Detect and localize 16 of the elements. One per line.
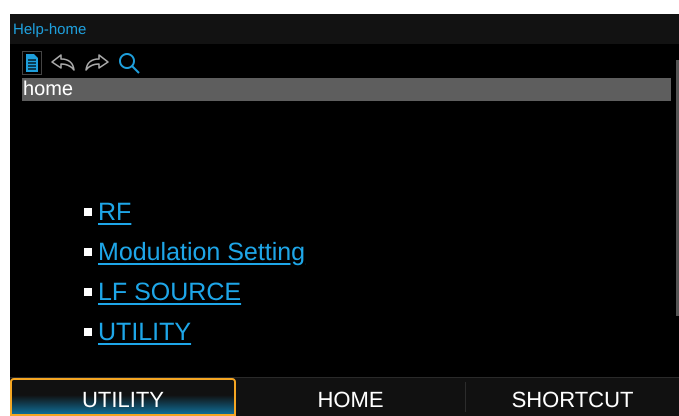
bullet-icon — [84, 328, 92, 336]
document-icon[interactable] — [22, 51, 42, 75]
help-link[interactable]: Modulation Setting — [98, 238, 306, 266]
help-link[interactable]: LF SOURCE — [98, 278, 242, 306]
help-link[interactable]: UTILITY — [98, 318, 192, 346]
forward-arrow-icon[interactable] — [84, 53, 110, 73]
back-arrow-icon[interactable] — [50, 53, 76, 73]
softkey-button[interactable]: UTILITY — [10, 378, 236, 416]
window-title: Help-home — [13, 20, 86, 38]
bullet-icon — [84, 208, 92, 216]
scrollbar[interactable] — [676, 60, 679, 316]
bullet-icon — [84, 288, 92, 296]
bullet-icon — [84, 248, 92, 256]
location-bar: home — [22, 78, 671, 101]
help-link[interactable]: RF — [98, 198, 132, 226]
search-icon[interactable] — [118, 52, 142, 74]
